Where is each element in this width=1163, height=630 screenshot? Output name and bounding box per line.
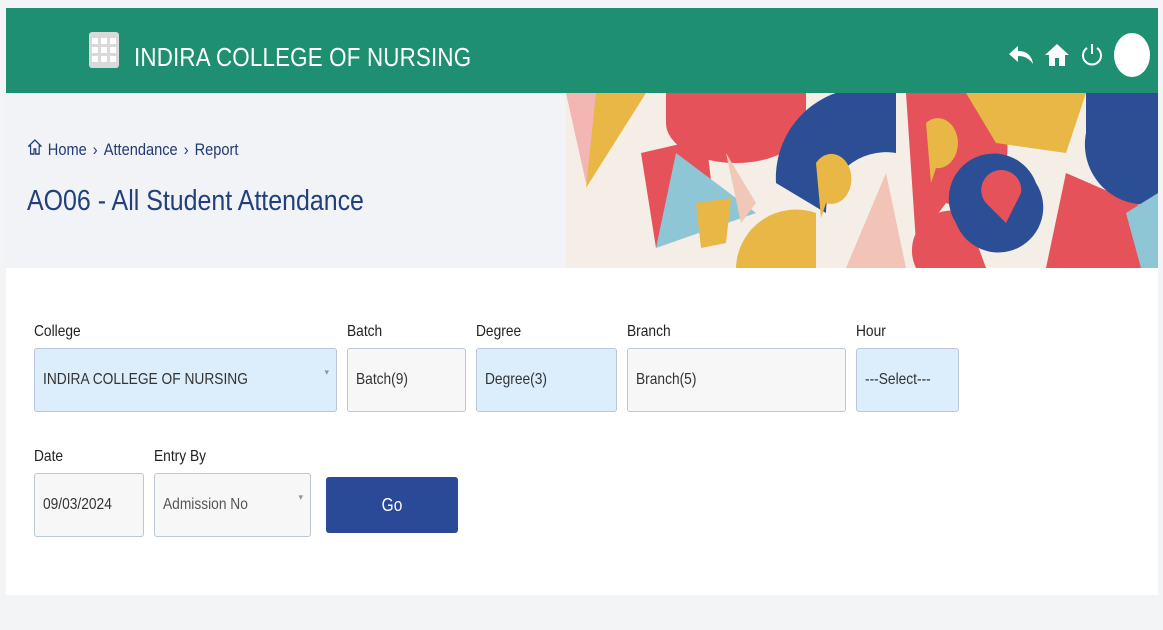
app-title: INDIRA COLLEGE OF NURSING [134, 42, 472, 72]
dropdown-caret-icon: ▾ [298, 492, 303, 502]
college-select[interactable]: INDIRA COLLEGE OF NURSING ▾ [34, 348, 337, 412]
page-header: Home › Attendance › Report AO06 - All St… [6, 93, 1158, 268]
entry-by-label: Entry By [154, 448, 207, 465]
batch-select[interactable]: Batch(9) [347, 348, 466, 412]
breadcrumb-separator: › [92, 139, 98, 159]
app-grid-icon[interactable] [89, 32, 119, 68]
degree-select[interactable]: Degree(3) [476, 348, 617, 412]
branch-value: Branch(5) [636, 371, 697, 388]
hour-value: ---Select--- [865, 371, 931, 388]
date-label: Date [34, 448, 64, 465]
breadcrumb-attendance[interactable]: Attendance [104, 140, 178, 160]
college-value: INDIRA COLLEGE OF NURSING [43, 371, 248, 388]
branch-label: Branch [627, 323, 671, 340]
top-bar: INDIRA COLLEGE OF NURSING [6, 8, 1158, 93]
batch-value: Batch(9) [356, 371, 409, 388]
back-arrow-icon[interactable] [1008, 37, 1034, 73]
degree-value: Degree(3) [485, 371, 547, 388]
filter-form: College INDIRA COLLEGE OF NURSING ▾ Batc… [6, 268, 1158, 595]
entry-by-value: Admission No [163, 496, 248, 513]
breadcrumb-home[interactable]: Home [48, 140, 87, 160]
breadcrumb: Home › Attendance › Report [27, 139, 239, 160]
batch-label: Batch [347, 323, 383, 340]
degree-label: Degree [476, 323, 522, 340]
breadcrumb-report[interactable]: Report [195, 140, 239, 160]
page-title: AO06 - All Student Attendance [27, 185, 364, 217]
avatar[interactable] [1114, 33, 1150, 77]
date-input[interactable]: 09/03/2024 [34, 473, 144, 537]
decorative-banner [566, 93, 1158, 268]
power-icon[interactable] [1080, 37, 1104, 73]
entry-by-select[interactable]: Admission No ▾ [154, 473, 311, 537]
dropdown-caret-icon: ▾ [324, 367, 329, 377]
top-icons [1008, 33, 1150, 77]
date-value: 09/03/2024 [43, 496, 112, 513]
home-icon[interactable] [1044, 37, 1070, 73]
college-label: College [34, 323, 81, 340]
hour-label: Hour [856, 323, 886, 340]
breadcrumb-separator: › [183, 139, 189, 159]
branch-select[interactable]: Branch(5) [627, 348, 846, 412]
home-outline-icon[interactable] [27, 139, 43, 160]
go-button[interactable]: Go [326, 477, 458, 533]
footer-strip [6, 595, 1158, 630]
hour-select[interactable]: ---Select--- [856, 348, 959, 412]
